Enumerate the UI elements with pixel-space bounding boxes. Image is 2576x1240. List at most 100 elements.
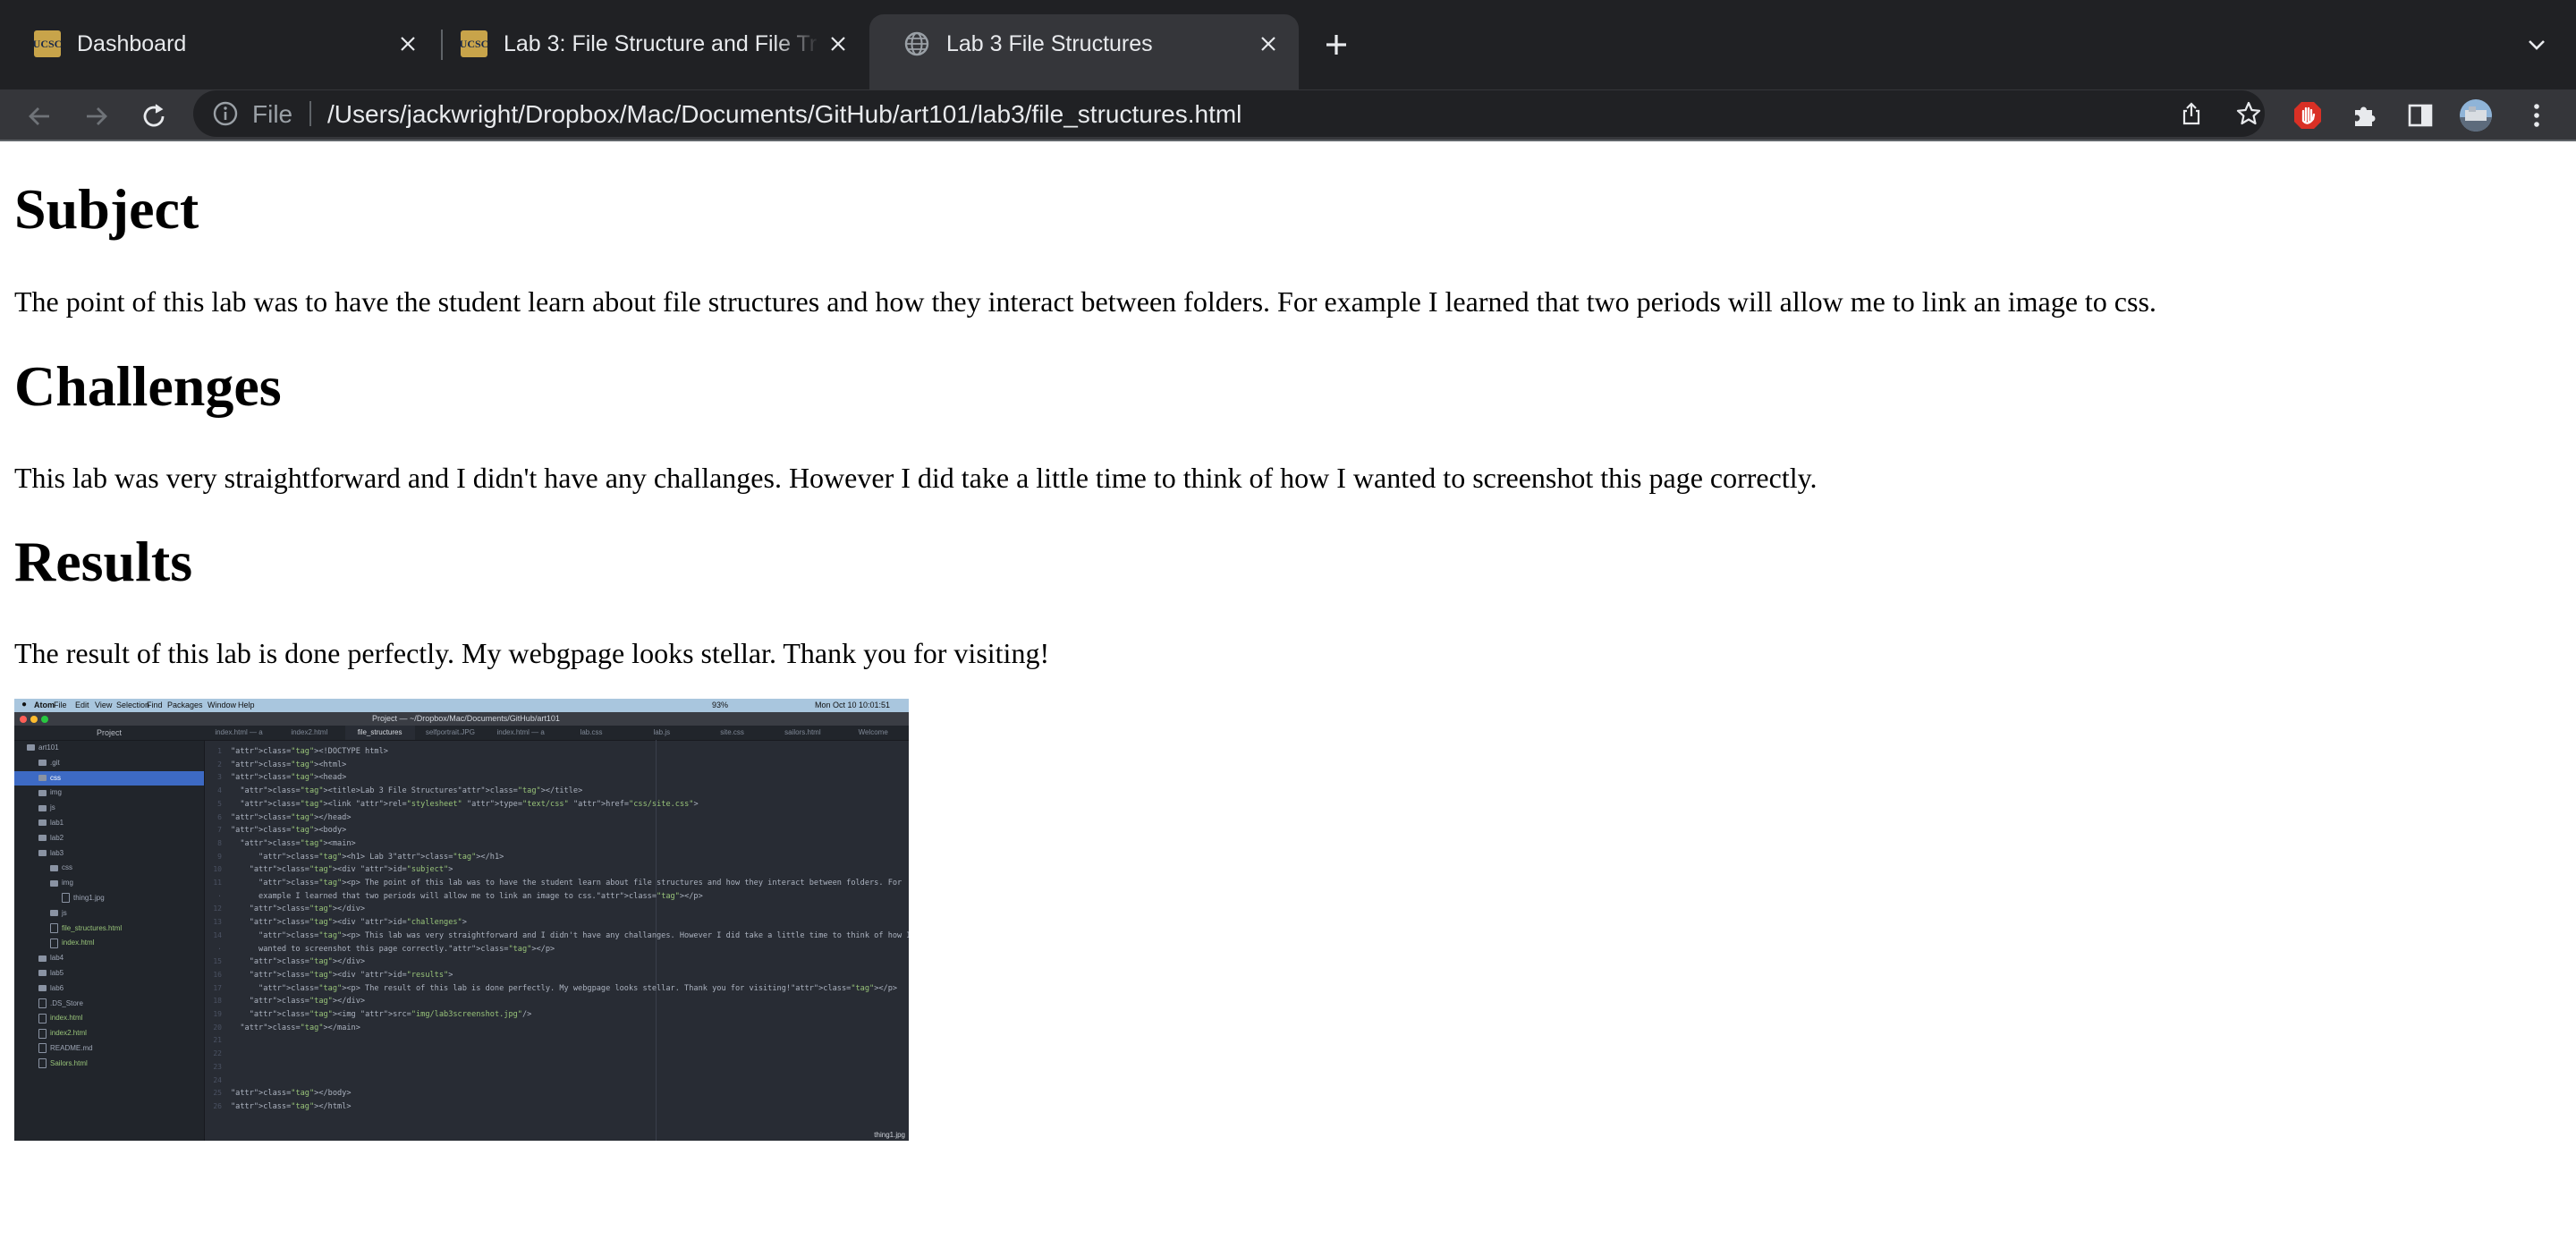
project-tree: Project art101 .git css img js lab1 lab2 lab3 cs… — [14, 726, 205, 1141]
code-line: "attr">class="tag"><head> — [231, 773, 347, 783]
line-number: 14 — [213, 930, 222, 939]
line-number: 3 — [217, 773, 222, 782]
tree-item-label: index.html — [50, 1014, 83, 1023]
globe-icon — [903, 30, 930, 57]
tab-lab3-file-structures-active[interactable]: Lab 3 File Structures — [869, 14, 1299, 89]
tree-item: css — [38, 771, 61, 786]
line-number: 9 — [217, 852, 222, 861]
code-line: "attr">class="tag"></div> — [249, 997, 366, 1006]
address-bar[interactable]: File /Users/jackwright/Dropbox/Mac/Docum… — [193, 90, 2265, 137]
folder-icon — [38, 760, 47, 767]
line-number: 7 — [217, 826, 222, 835]
code-line: "attr">class="tag"><link "attr">rel="sty… — [240, 799, 699, 809]
close-icon[interactable] — [1250, 26, 1286, 62]
line-number: 5 — [217, 799, 222, 808]
reload-button[interactable] — [134, 97, 174, 136]
tree-item-label: lab5 — [50, 969, 64, 977]
code-line: "attr">class="tag"><html> — [231, 760, 347, 769]
browser-toolbar: File /Users/jackwright/Dropbox/Mac/Docum… — [0, 89, 2576, 141]
tree-item-label: art101 — [38, 743, 59, 752]
bookmark-star-icon[interactable] — [2233, 98, 2265, 130]
subject-heading: Subject — [14, 177, 199, 241]
minimize-dot-icon — [30, 716, 38, 723]
folder-icon — [38, 985, 47, 992]
tab-dashboard[interactable]: UCSC Dashboard — [0, 14, 438, 73]
code-line: "attr">class="tag"><div "attr">id="resul… — [249, 970, 453, 980]
code-line: "attr">class="tag"></head> — [231, 812, 352, 822]
forward-button[interactable] — [77, 97, 116, 136]
folder-icon — [38, 970, 47, 977]
editor-tab: lab.js — [653, 728, 671, 736]
close-icon[interactable] — [390, 26, 426, 62]
tree-item-label: README.md — [50, 1044, 93, 1052]
new-tab-button[interactable] — [1317, 25, 1356, 64]
profile-avatar[interactable] — [2458, 98, 2494, 133]
menubar-item: Help — [238, 701, 255, 709]
folder-icon — [38, 774, 47, 781]
line-number: 17 — [213, 983, 222, 992]
tree-item-label: css — [50, 773, 61, 782]
code-line: "attr">class="tag"><p> This lab was very… — [258, 930, 909, 940]
challenges-paragraph: This lab was very straightforward and I … — [14, 462, 1818, 494]
tree-item: lab6 — [38, 981, 64, 996]
menubar-item: Atom — [34, 701, 55, 709]
line-number-gutter: 1 2 3 4 5 6 7 8 9 10 11 · 12 13 14 · 15 16 17 18 19 20 21 22 23 2… — [204, 740, 225, 1141]
line-number: 4 — [217, 786, 222, 795]
tree-item: lab1 — [38, 816, 64, 830]
tree-item-label: index.html — [62, 938, 95, 947]
share-icon[interactable] — [2175, 98, 2207, 130]
tree-header: Project — [14, 726, 204, 741]
line-number: 13 — [213, 918, 222, 927]
side-panel-icon[interactable] — [2402, 98, 2438, 133]
line-number: · — [217, 891, 222, 900]
code-line: "attr">class="tag"><img "attr">src="img/… — [249, 1010, 532, 1019]
tab-title: Lab 3 File Structures — [946, 30, 1153, 56]
close-icon[interactable] — [820, 26, 856, 62]
file-icon — [38, 1028, 47, 1039]
tree-item-label: img — [50, 788, 62, 797]
back-button[interactable] — [20, 97, 59, 136]
editor-tab: lab.css — [580, 728, 603, 736]
line-number: 6 — [217, 812, 222, 821]
code-line: "attr">class="tag"><title>Lab 3 File Str… — [240, 786, 583, 796]
url-text[interactable]: /Users/jackwright/Dropbox/Mac/Documents/… — [327, 100, 1241, 129]
code-line: "attr">class="tag"><p> The point of this… — [258, 879, 902, 888]
folder-icon — [27, 744, 35, 752]
tree-item-label: file_structures.html — [62, 923, 123, 932]
tree-item-label: .DS_Store — [50, 998, 83, 1007]
line-number: 18 — [213, 997, 222, 1006]
menubar-item: Packages — [167, 701, 203, 709]
extensions-puzzle-icon[interactable] — [2347, 98, 2383, 133]
tree-item: img — [38, 786, 62, 800]
menubar-item: Find — [147, 701, 163, 709]
tab-lab3-file-structure[interactable]: UCSC Lab 3: File Structure and File Tr — [427, 14, 869, 73]
tree-item: css — [50, 861, 72, 875]
line-number: 16 — [213, 970, 222, 979]
line-number: 19 — [213, 1010, 222, 1018]
info-icon[interactable] — [209, 98, 242, 130]
menubar-item: Selection — [116, 701, 150, 709]
tree-item: js — [38, 801, 55, 815]
tree-item: art101 — [27, 741, 59, 755]
line-number: 22 — [213, 1049, 222, 1058]
tree-item: index.html — [38, 1011, 82, 1025]
line-number: 26 — [213, 1101, 222, 1110]
tree-item-label: thing1.jpg — [73, 894, 105, 902]
adblock-extension-icon[interactable] — [2290, 98, 2326, 133]
code-line: example I learned that two periods will … — [231, 891, 703, 901]
menu-kebab-icon[interactable] — [2519, 98, 2555, 133]
window-title: Project — ~/Dropbox/Mac/Documents/GitHub… — [372, 714, 560, 723]
tab-search-chevron-icon[interactable] — [2517, 25, 2556, 64]
tree-item: lab4 — [38, 951, 64, 965]
code-editor: 1 2 3 4 5 6 7 8 9 10 11 · 12 13 14 · 15 16 17 18 19 20 21 22 23 2… — [204, 740, 909, 1141]
apple-icon: ● — [21, 700, 28, 709]
tree-item: index2.html — [38, 1026, 87, 1040]
file-icon — [38, 1043, 47, 1054]
close-dot-icon — [20, 716, 27, 723]
line-number: 11 — [213, 879, 222, 887]
code-line: "attr">class="tag"></body> — [231, 1089, 352, 1099]
editor-tab: site.css — [720, 728, 744, 736]
line-number: 24 — [213, 1075, 222, 1084]
editor-tab: index.html — a — [215, 728, 263, 736]
tree-item: .git — [38, 756, 60, 770]
